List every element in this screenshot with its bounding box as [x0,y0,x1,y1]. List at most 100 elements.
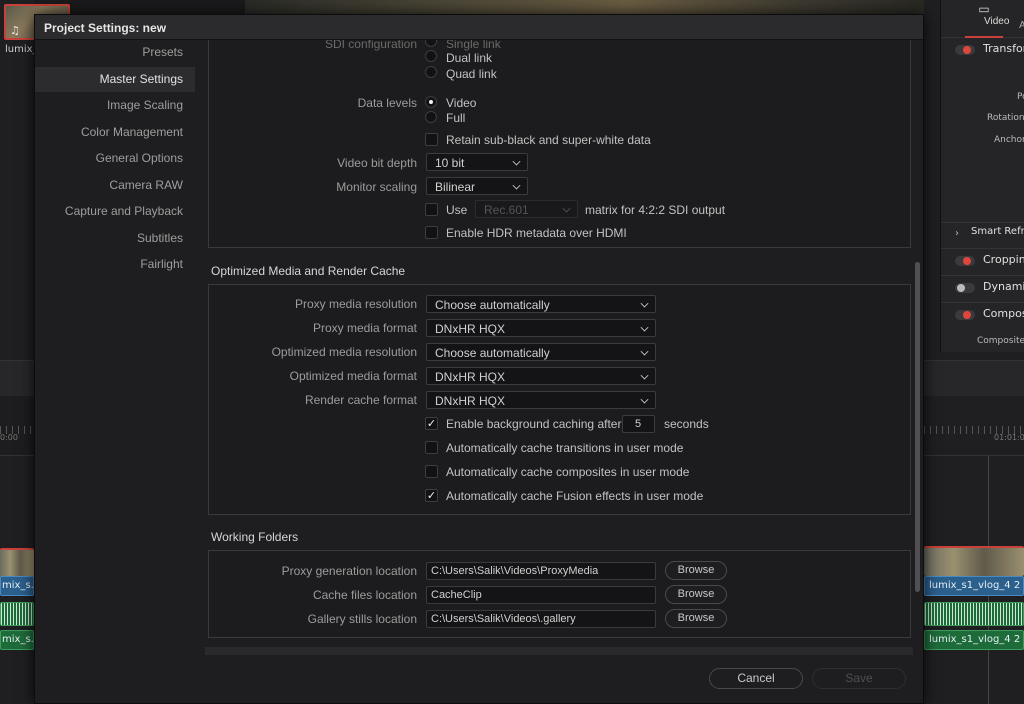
sdi-single-radio[interactable] [425,40,437,47]
bg-cache-checkbox[interactable]: ✓ [425,417,438,430]
gallery-loc-input[interactable]: C:\Users\Salik\Videos\.gallery [426,610,656,628]
chevron-down-icon [640,395,649,404]
working-folders-title: Working Folders [211,530,299,544]
render-fmt-label: Render cache format [304,393,417,407]
chevron-down-icon [512,157,521,166]
inspector-transform[interactable]: Transfor [941,38,1024,64]
nav-camera-raw[interactable]: Camera RAW [35,173,195,198]
timecode-left: 0:00 [0,433,18,442]
bit-depth-value: 10 bit [435,156,465,170]
render-fmt-value: DNxHR HQX [435,394,506,408]
cache-transitions-checkbox[interactable] [425,441,438,454]
nav-master-settings[interactable]: Master Settings [35,67,195,92]
cache-fusion-label: Automatically cache Fusion effects in us… [446,489,704,503]
clip-label: mix_s... [2,634,34,645]
use-matrix-checkbox[interactable] [425,203,438,216]
inspector-dynamic-zoom[interactable]: Dynamic [941,276,1024,302]
clip-label: mix_s... [2,580,34,591]
hdr-metadata-checkbox[interactable] [425,226,438,239]
composite-mode-label: Composite [977,336,1024,346]
timeline-ruler[interactable] [0,396,34,456]
proxy-fmt-value: DNxHR HQX [435,322,506,336]
browse-cache-button[interactable]: Browse [665,585,727,604]
opt-fmt-label: Optimized media format [289,369,417,383]
nav-presets[interactable]: Presets [35,40,195,65]
bit-depth-select[interactable]: 10 bit [426,153,528,171]
viewer-strip [245,0,940,14]
audio-waveform-right[interactable] [924,602,1024,626]
data-levels-video-radio[interactable] [425,96,437,108]
matrix-select[interactable]: Rec.601 [475,200,578,218]
nav-image-scaling[interactable]: Image Scaling [35,93,195,118]
chevron-right-icon: › [955,228,959,239]
retain-label: Retain sub-black and super-white data [446,133,651,147]
audio-clip-right[interactable]: lumix_s1_vlog_4 2 2_ [924,630,1024,650]
timeline-left-panel: 0:00 [0,0,34,704]
position-label: Po [1017,92,1024,102]
matrix-suffix: matrix for 4:2:2 SDI output [585,203,726,217]
dialog-title[interactable]: Project Settings: new [35,15,923,40]
project-settings-dialog: Project Settings: new Presets Master Set… [34,14,924,704]
proxy-fmt-label: Proxy media format [312,321,417,335]
tab-video-label: Video [984,16,1010,27]
proxy-res-label: Proxy media resolution [294,297,417,311]
hdr-metadata-label: Enable HDR metadata over HDMI [446,226,627,240]
audio-clip-left[interactable]: mix_s... [0,630,34,650]
retain-checkbox[interactable] [425,133,438,146]
nav-fairlight[interactable]: Fairlight [35,252,195,277]
bg-cache-seconds-input[interactable]: 5 [622,415,655,433]
settings-content: SDI configuration Single link Dual link … [208,40,921,680]
chevron-down-icon [562,204,571,213]
sdi-quad-radio[interactable] [425,66,437,78]
save-button[interactable]: Save [812,668,906,689]
transform-toggle[interactable] [955,45,975,55]
render-fmt-select[interactable]: DNxHR HQX [426,391,656,409]
nav-color-management[interactable]: Color Management [35,120,195,145]
video-clip-right[interactable]: lumix_s1_vlog_4 2 2_ [924,576,1024,596]
timeline-toolbar-right [924,360,1024,396]
monitor-scaling-select[interactable]: Bilinear [426,177,528,195]
opt-fmt-select[interactable]: DNxHR HQX [426,367,656,385]
inspector-tabs: ▭ Video A [941,0,1024,38]
nav-general-options[interactable]: General Options [35,146,195,171]
cache-loc-label: Cache files location [312,588,417,602]
settings-scrollbar[interactable] [915,262,920,592]
opt-res-value: Choose automatically [435,346,550,360]
nav-subtitles[interactable]: Subtitles [35,226,195,251]
nav-capture-playback[interactable]: Capture and Playback [35,199,195,224]
timeline-toolbar [0,360,34,396]
sdi-dual-radio[interactable] [425,50,437,62]
data-levels-full-radio[interactable] [425,111,437,123]
proxy-fmt-select[interactable]: DNxHR HQX [426,319,656,337]
tab-video[interactable]: ▭ Video [965,0,1009,38]
dynamic-zoom-toggle[interactable] [955,283,975,293]
audio-waveform-left[interactable] [0,602,34,626]
opt-res-select[interactable]: Choose automatically [426,343,656,361]
composite-toggle[interactable] [955,310,975,320]
audio-note-icon: ♫ [10,24,20,37]
inspector-smart-reframe[interactable]: › Smart Refr [941,222,1024,248]
transform-label: Transfor [983,42,1024,55]
proxy-res-select[interactable]: Choose automatically [426,295,656,313]
video-monitoring-group: SDI configuration Single link Dual link … [208,40,911,248]
content-bottom-edge [205,647,913,655]
proxy-loc-input[interactable]: C:\Users\Salik\Videos\ProxyMedia [426,562,656,580]
cache-loc-input[interactable]: CacheClip [426,586,656,604]
browse-proxy-button[interactable]: Browse [665,561,727,580]
clip-thumbnail-right[interactable] [924,546,1024,576]
inspector-composite[interactable]: Compos [941,303,1024,329]
video-clip-left[interactable]: mix_s... [0,576,34,596]
gallery-loc-label: Gallery stills location [307,612,417,626]
inspector-cropping[interactable]: Cropping [941,249,1024,275]
clip-thumbnail-left[interactable] [0,548,34,578]
cache-composites-checkbox[interactable] [425,465,438,478]
cropping-toggle[interactable] [955,256,975,266]
bg-cache-seconds-value: 5 [635,418,642,430]
timeline-ruler-right[interactable] [924,396,1024,456]
gallery-loc-value: C:\Users\Salik\Videos\.gallery [431,613,576,625]
cancel-button[interactable]: Cancel [709,668,803,689]
cache-fusion-checkbox[interactable]: ✓ [425,489,438,502]
tab-audio[interactable]: A [1019,20,1024,31]
browse-gallery-button[interactable]: Browse [665,609,727,628]
sdi-dual-label: Dual link [446,51,493,65]
